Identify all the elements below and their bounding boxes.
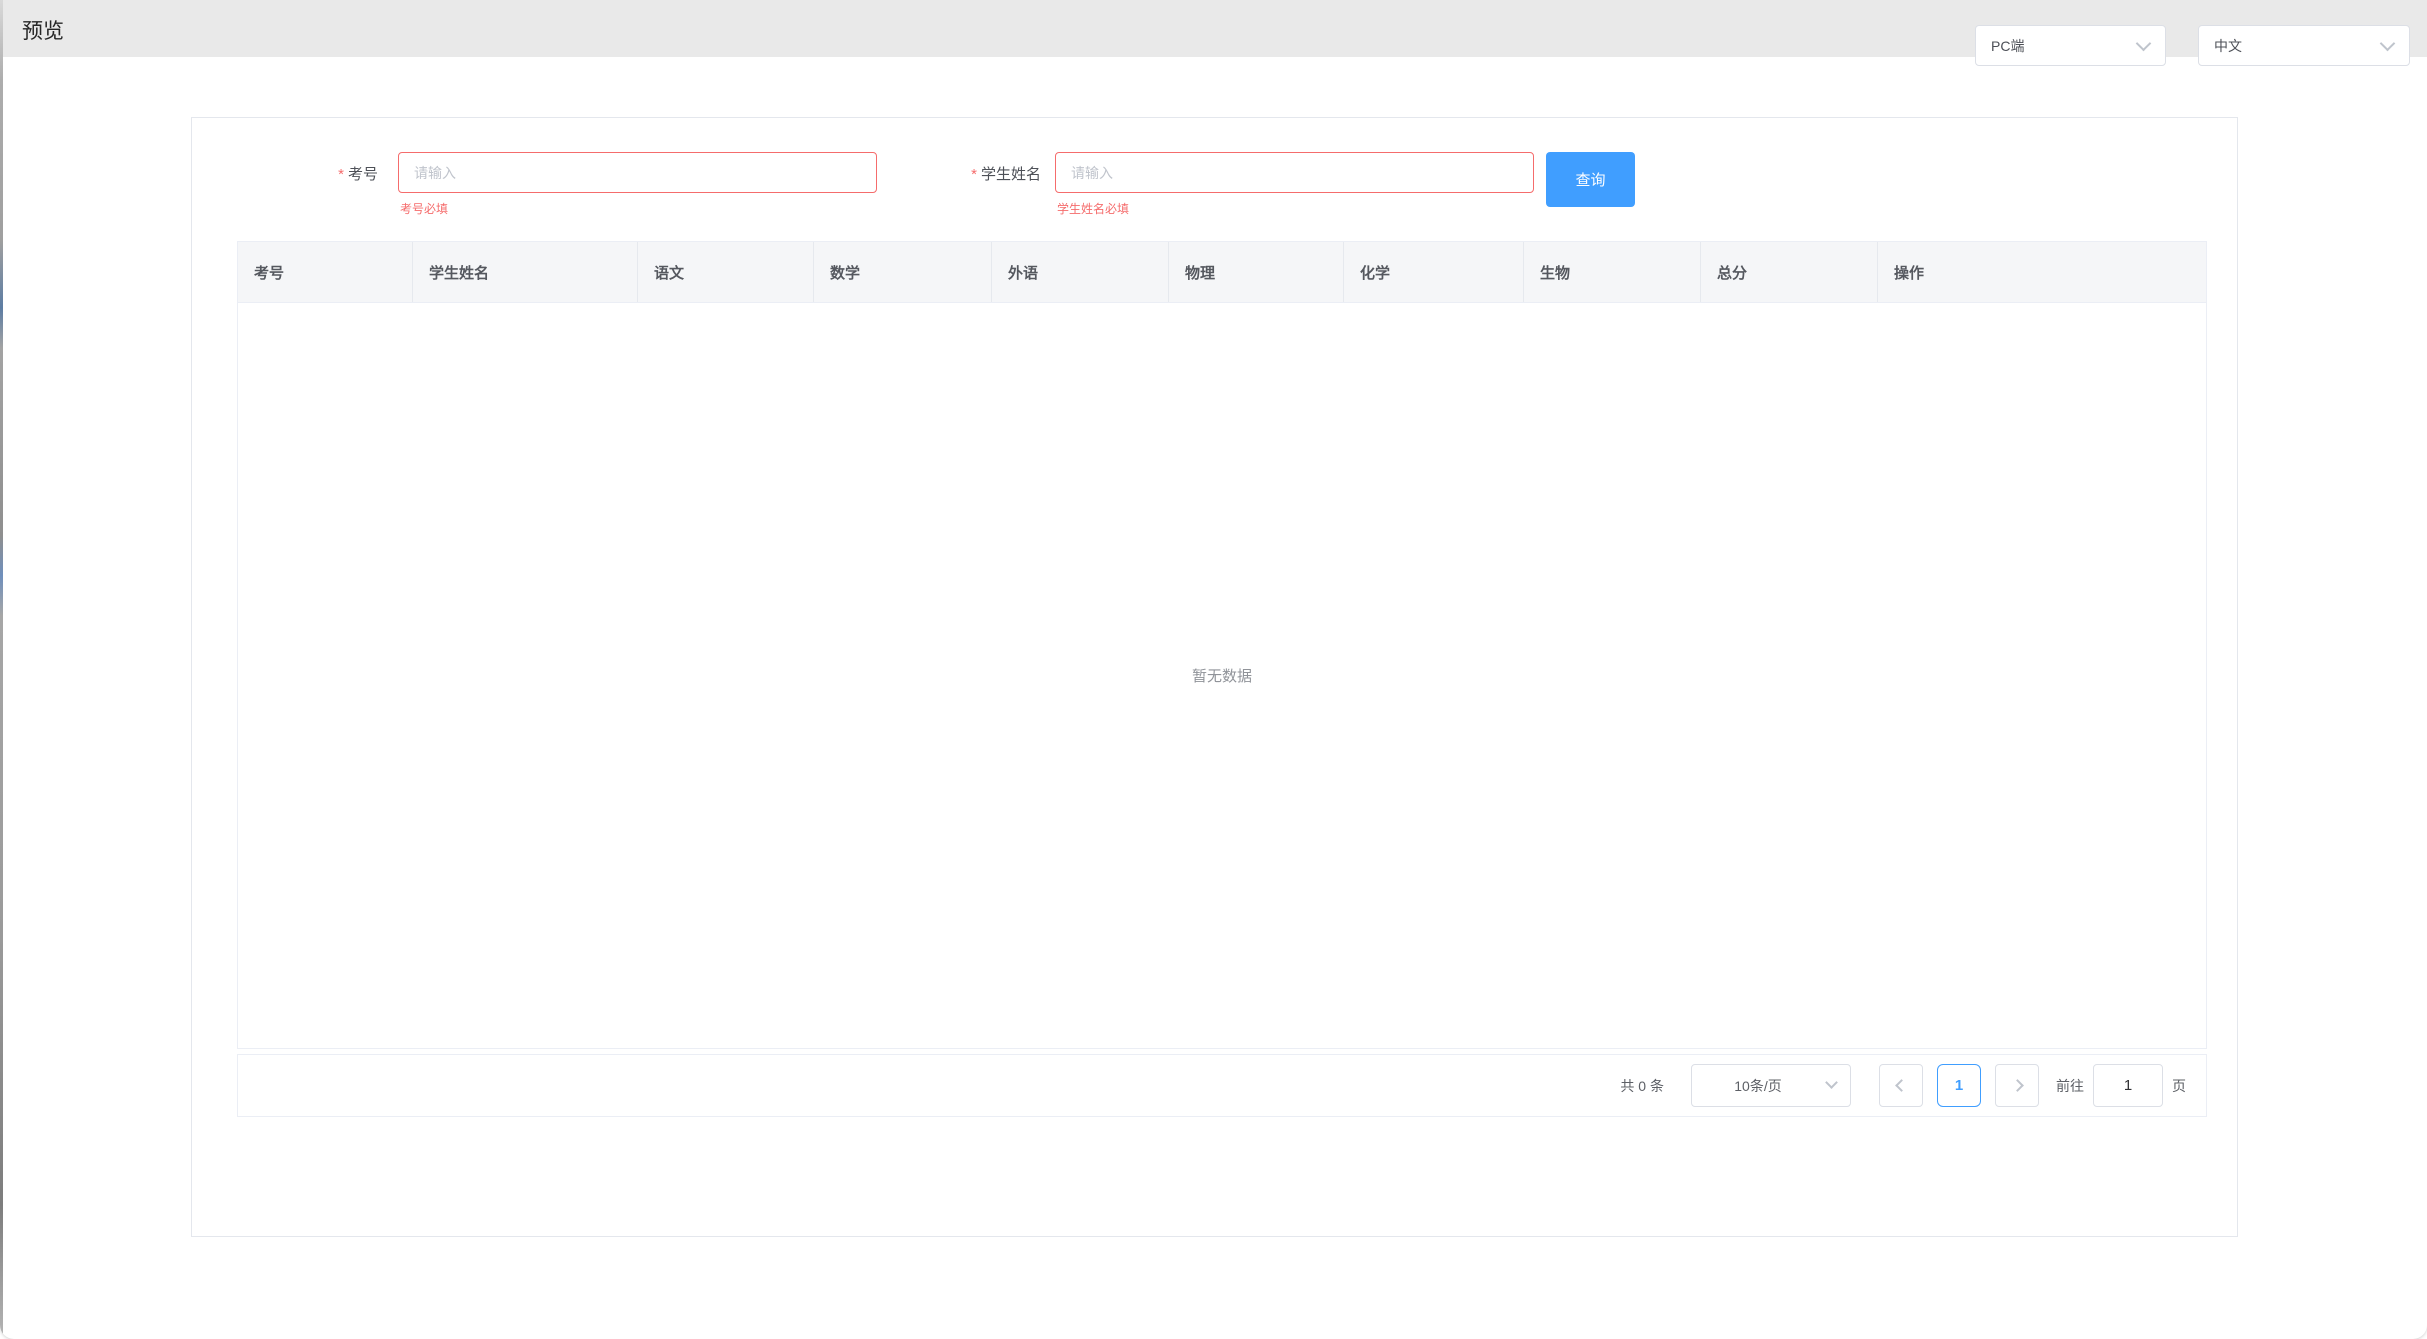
device-mode-value: PC端 <box>1991 36 2024 56</box>
background-page-sliver <box>0 0 3 1339</box>
language-value: 中文 <box>2214 36 2242 56</box>
col-header-exam-no: 考号 <box>238 242 413 302</box>
student-name-label: *学生姓名 <box>832 163 1041 184</box>
exam-no-label: *考号 <box>232 163 378 184</box>
device-mode-select[interactable]: PC端 <box>1975 25 2166 66</box>
page-unit-label: 页 <box>2172 1076 2186 1096</box>
table-header-row: 考号 学生姓名 语文 数学 外语 物理 化学 生物 总分 操作 <box>238 242 2206 303</box>
goto-page-input[interactable] <box>2093 1064 2163 1107</box>
chevron-down-icon <box>2136 36 2152 52</box>
prev-page-button[interactable] <box>1879 1064 1923 1107</box>
col-header-actions: 操作 <box>1878 242 2206 302</box>
col-header-biology: 生物 <box>1524 242 1701 302</box>
current-page-button[interactable]: 1 <box>1937 1064 1981 1107</box>
page-size-select[interactable]: 10条/页 <box>1691 1064 1851 1107</box>
table-body: 暂无数据 <box>238 303 2206 1048</box>
exam-no-error: 考号必填 <box>400 200 448 217</box>
required-asterisk: * <box>971 166 977 183</box>
empty-data-text: 暂无数据 <box>1192 665 1252 686</box>
preview-card: *考号 考号必填 *学生姓名 学生姓名必填 查询 考号 学生姓名 语文 数学 外… <box>191 117 2238 1237</box>
student-name-input[interactable] <box>1055 152 1534 193</box>
col-header-foreign-lang: 外语 <box>992 242 1169 302</box>
col-header-chinese: 语文 <box>638 242 814 302</box>
language-select[interactable]: 中文 <box>2198 25 2410 66</box>
chevron-right-icon <box>2011 1079 2024 1092</box>
col-header-physics: 物理 <box>1169 242 1344 302</box>
page-size-value: 10条/页 <box>1734 1076 1781 1096</box>
col-header-total-score: 总分 <box>1701 242 1878 302</box>
results-table: 考号 学生姓名 语文 数学 外语 物理 化学 生物 总分 操作 暂无数据 <box>237 241 2207 1049</box>
query-button[interactable]: 查询 <box>1546 152 1635 207</box>
pagination-bar: 共 0 条 10条/页 1 前往 页 <box>237 1054 2207 1117</box>
exam-no-input[interactable] <box>398 152 877 193</box>
required-asterisk: * <box>338 166 344 183</box>
page-title: 预览 <box>22 15 64 45</box>
col-header-math: 数学 <box>814 242 992 302</box>
student-name-error: 学生姓名必填 <box>1057 200 1129 217</box>
col-header-student-name: 学生姓名 <box>413 242 638 302</box>
chevron-left-icon <box>1895 1079 1908 1092</box>
preview-window: 预览 PC端 中文 *考号 考号必填 *学生姓名 学生姓名必填 查询 考号 学生… <box>0 0 2427 1339</box>
goto-page-label: 前往 <box>2056 1076 2084 1096</box>
total-count-text: 共 0 条 <box>1620 1076 1664 1096</box>
col-header-chemistry: 化学 <box>1344 242 1524 302</box>
chevron-down-icon <box>1825 1076 1838 1089</box>
next-page-button[interactable] <box>1995 1064 2039 1107</box>
chevron-down-icon <box>2380 36 2396 52</box>
